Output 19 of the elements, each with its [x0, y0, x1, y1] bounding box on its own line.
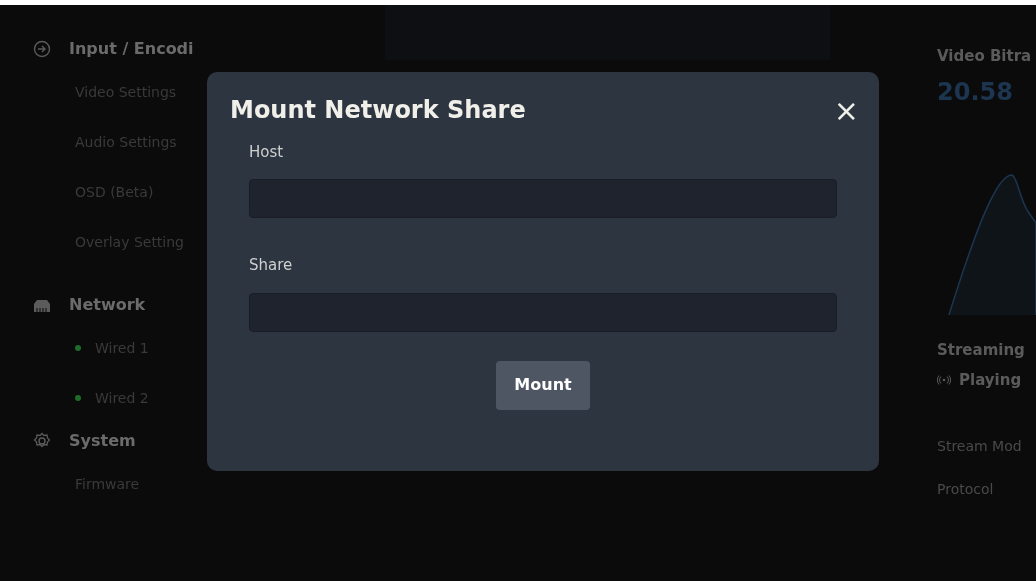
stream-state: Playing: [959, 370, 1022, 391]
field-label: Stream Mod: [937, 436, 1023, 456]
field-label: Host: [249, 141, 285, 163]
text-field[interactable]: [249, 292, 837, 332]
sidebar-heading[interactable]: Input / Encodi: [69, 37, 194, 61]
sidebar-heading[interactable]: Network: [69, 293, 146, 317]
field-label: Share: [249, 255, 294, 277]
sidebar-heading[interactable]: System: [69, 429, 136, 453]
modal-title: Mount Network Share: [230, 96, 527, 125]
mount-button[interactable]: Mount: [496, 360, 590, 410]
arrow-circle-icon: [33, 40, 51, 58]
stat-value: 20.58: [937, 76, 1014, 108]
settings-icon: [33, 432, 51, 450]
section-title: Streaming: [937, 339, 1026, 361]
stat-title: Video Bitra: [937, 46, 1033, 67]
broadcast-icon: [937, 375, 951, 386]
close-button[interactable]: ×: [833, 96, 859, 126]
text-field[interactable]: [249, 179, 837, 219]
field-label: Protocol: [937, 479, 995, 499]
